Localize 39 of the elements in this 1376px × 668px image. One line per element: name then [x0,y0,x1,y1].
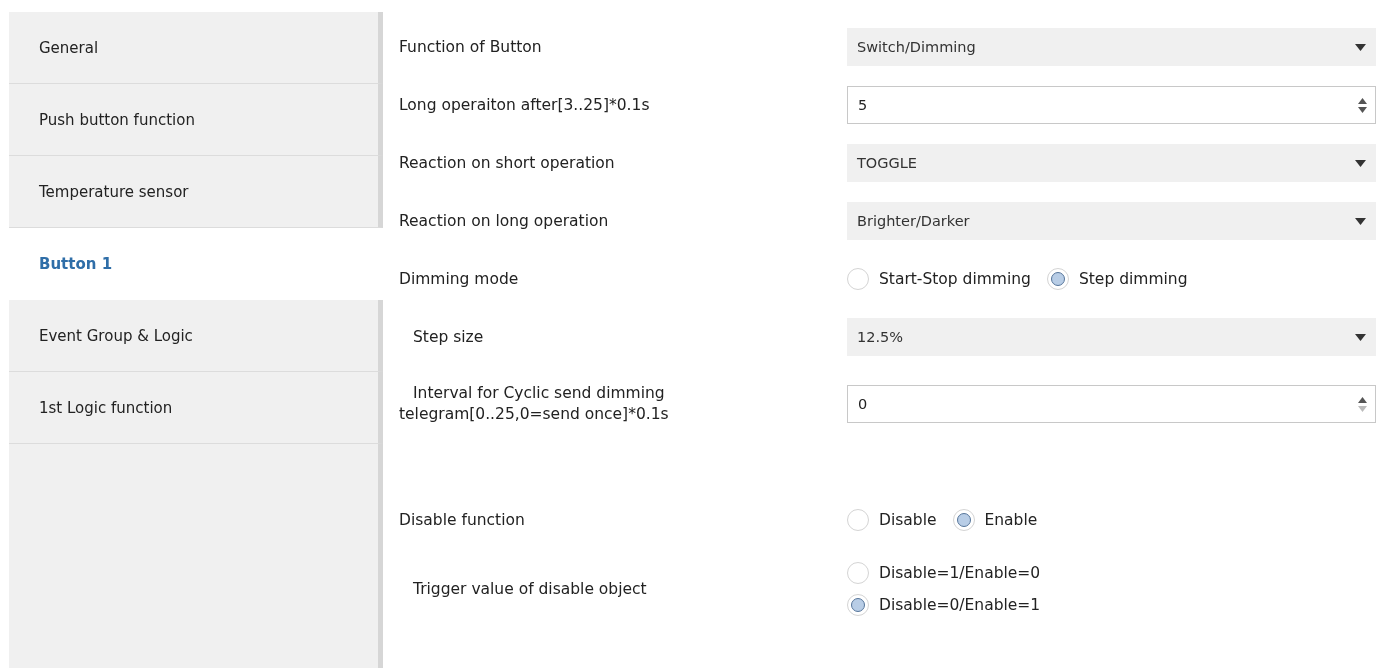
radio-option[interactable]: Disable [847,509,937,531]
field-label: Interval for Cyclic send dimming telegram[0..25,0=send once]*0.1s [399,383,670,425]
radio-option[interactable]: Disable=0/Enable=1 [847,594,1376,616]
field-label: Disable function [399,509,526,531]
caret-icon [1355,43,1366,51]
field-label: Function of Button [399,36,543,58]
sidebar-item[interactable]: 1st Logic function [9,372,383,444]
dropdown[interactable]: Switch/Dimming [847,28,1376,66]
radio-option[interactable]: Step dimming [1046,268,1188,290]
radio-option[interactable]: Disable=1/Enable=0 [847,562,1376,584]
up-arrow-icon[interactable] [1358,396,1367,403]
sidebar-item[interactable]: Temperature sensor [9,156,383,228]
field-label: Reaction on short operation [399,152,616,174]
radio-icon[interactable] [1046,268,1069,290]
sidebar-item[interactable]: Event Group & Logic [9,300,383,372]
radio-option[interactable]: Enable [952,509,1038,531]
radio-icon[interactable] [847,594,869,616]
field-label: Step size [412,326,485,348]
radio-icon[interactable] [847,562,869,584]
field-label: Dimming mode [399,268,520,290]
caret-icon [1355,217,1366,225]
dropdown[interactable]: TOGGLE [847,144,1376,182]
radio-icon[interactable] [952,509,975,531]
dropdown[interactable]: 12.5% [847,318,1376,356]
up-arrow-icon[interactable] [1358,97,1367,104]
caret-icon [1355,333,1366,341]
sidebar-item[interactable]: General [9,12,383,84]
sidebar-item[interactable]: Push button function [9,84,383,156]
radio-icon[interactable] [847,509,869,531]
field-label: Trigger value of disable object [412,578,648,600]
radio-option[interactable]: Start-Stop dimming [847,268,1031,290]
field-label: Long operaiton after[3..25]*0.1s [399,94,651,116]
number-field[interactable]: 5 [847,86,1376,124]
field-label: Reaction on long operation [399,210,610,232]
number-field[interactable]: 0 [847,385,1376,423]
caret-icon [1355,159,1366,167]
dropdown[interactable]: Brighter/Darker [847,202,1376,240]
down-arrow-icon[interactable] [1358,106,1367,113]
radio-icon[interactable] [847,268,869,290]
